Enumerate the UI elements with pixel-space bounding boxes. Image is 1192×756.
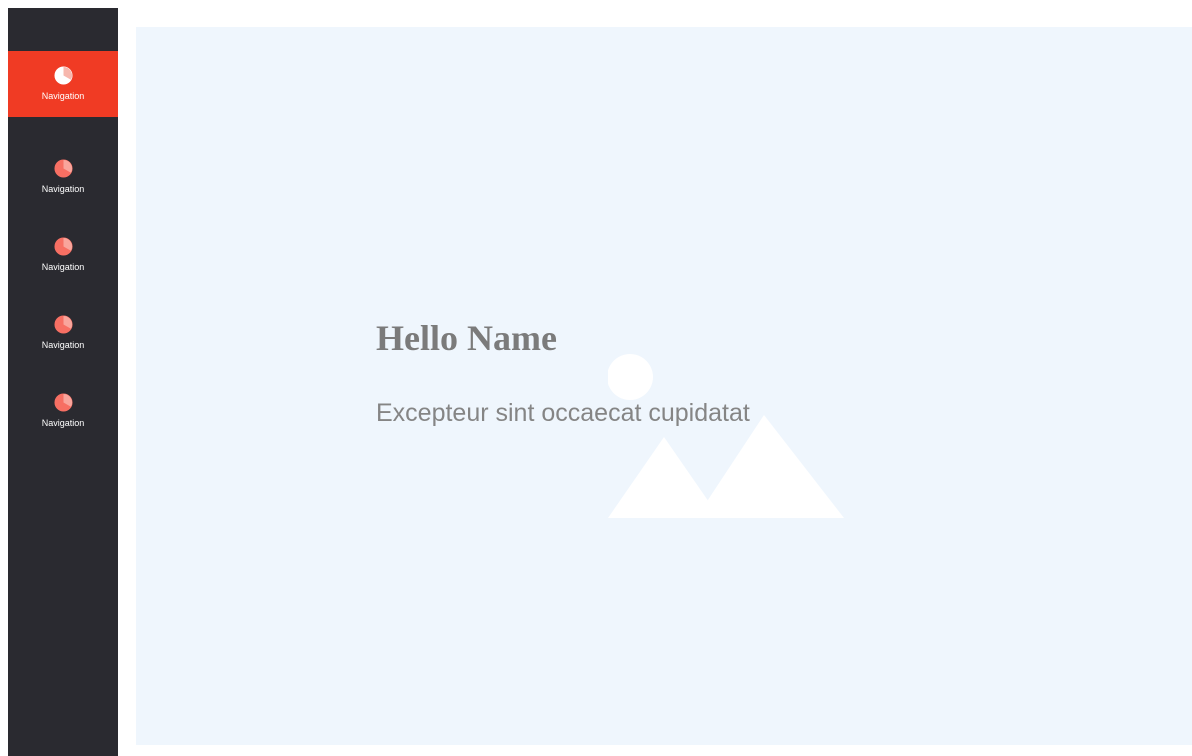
sidebar-item-label: Navigation xyxy=(41,184,85,194)
image-placeholder-icon xyxy=(608,354,844,518)
page-subtitle: Excepteur sint occaecat cupidatat xyxy=(376,399,750,427)
pie-chart-icon xyxy=(53,315,73,334)
sidebar-item-navigation-3[interactable]: Navigation xyxy=(8,230,118,280)
sidebar-item-navigation-2[interactable]: Navigation xyxy=(8,152,118,202)
sidebar-item-label: Navigation xyxy=(41,418,85,428)
pie-chart-icon xyxy=(53,66,73,85)
page-title: Hello Name xyxy=(376,318,557,358)
sidebar-item-label: Navigation xyxy=(41,91,85,101)
pie-chart-icon xyxy=(53,159,73,178)
sidebar-item-label: Navigation xyxy=(41,262,85,272)
pie-chart-icon xyxy=(53,237,73,256)
sidebar-item-label: Navigation xyxy=(41,340,85,350)
pie-chart-icon xyxy=(53,393,73,412)
sidebar-item-navigation-5[interactable]: Navigation xyxy=(8,386,118,436)
main-content: Hello Name Excepteur sint occaecat cupid… xyxy=(136,27,1192,745)
sidebar: Navigation Navigation Navigation Navigat… xyxy=(8,8,118,756)
sidebar-item-navigation-4[interactable]: Navigation xyxy=(8,308,118,358)
sidebar-item-navigation-1[interactable]: Navigation xyxy=(8,51,118,117)
